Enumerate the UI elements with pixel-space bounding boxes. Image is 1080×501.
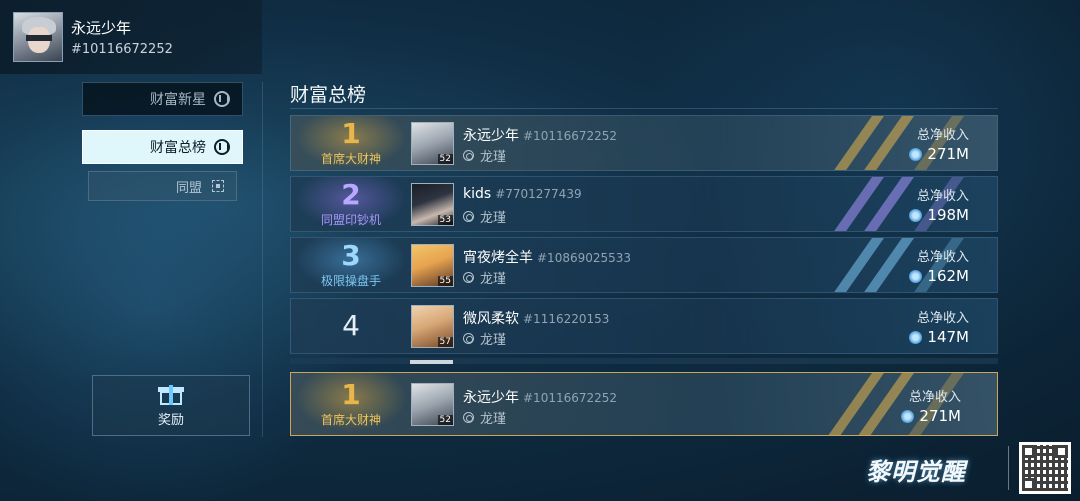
rank-number: 2 [341,177,361,211]
player-level: 57 [437,337,453,347]
rank-number: 1 [341,377,361,411]
rank-badge: 1 首席大财神 [291,116,411,170]
rank-title: 极限操盘手 [320,273,381,288]
avatar[interactable]: 57 [411,305,454,348]
player-id: #10116672252 [523,391,618,405]
guild-name: 龙瑾 [480,150,507,165]
player-name: kids [463,186,492,202]
my-rank-row[interactable]: 1 首席大财神 52 永远少年 #10116672252 龙瑾 总净收入 271M [290,372,998,436]
player-level: 52 [437,415,453,425]
guild-name: 龙瑾 [480,211,507,226]
guild-name: 龙瑾 [480,272,507,287]
player-id: #10116672252 [523,129,618,143]
qr-code [1019,442,1071,494]
income-label: 总净收入 [916,250,969,265]
avatar[interactable]: 53 [411,183,454,226]
hand-icon [214,139,230,155]
income-block: 总净收入 198M [909,185,969,224]
guild-name: 龙瑾 [480,412,507,427]
rank-title: 首席大财神 [320,151,381,166]
rank-badge: 3 极限操盘手 [291,238,411,292]
player-level: 53 [437,215,453,225]
income-value: 271M [927,145,969,163]
tab-wealth-new-star[interactable]: 财富新星 [82,82,243,116]
rank-number: 3 [341,238,361,272]
income-value: 147M [927,328,969,346]
player-profile[interactable]: 永远少年 #10116672252 [0,0,262,74]
player-id: #7701277439 [495,187,582,201]
rank-title: 同盟印钞机 [320,212,381,227]
player-id: #10869025533 [537,251,632,265]
reward-button[interactable]: 奖励 [92,375,250,436]
income-block: 总净收入 271M [909,124,969,163]
tab-wealth-total[interactable]: 财富总榜 [82,130,243,164]
player-avatar [13,12,63,62]
player-level: 55 [437,276,453,286]
player-name: 永远少年 [71,19,132,37]
leaderboard-row[interactable]: 1 首席大财神 52 永远少年 #10116672252 龙瑾 总净收入 271M [290,115,998,171]
player-name: 微风柔软 [463,311,519,327]
guild-icon [463,272,474,283]
player-id: #10116672252 [71,42,173,57]
player-level: 52 [437,154,453,164]
income-value: 198M [927,206,969,224]
rank-number: 4 [342,309,360,342]
income-label: 总净收入 [916,311,969,326]
alliance-filter-button[interactable]: 同盟 [88,171,237,201]
leaderboard-row[interactable]: 4 57 微风柔软 #1116220153 龙瑾 总净收入 147M [290,298,998,354]
leaderboard-row[interactable]: 2 同盟印钞机 53 kids #7701277439 龙瑾 总净收入 198M [290,176,998,232]
coin-icon [909,330,923,344]
guild-icon [463,412,474,423]
income-block: 总净收入 147M [909,307,969,346]
guild-icon [463,150,474,161]
coin-icon [909,147,923,161]
income-value: 271M [919,407,961,425]
rank-badge: 4 [291,299,411,353]
reward-label: 奖励 [157,413,184,428]
leaderboard-row[interactable]: 3 极限操盘手 55 宵夜烤全羊 #10869025533 龙瑾 总净收入 162… [290,237,998,293]
income-block: 总净收入 162M [909,246,969,285]
avatar[interactable]: 52 [411,383,454,426]
rank-badge: 1 首席大财神 [291,373,411,435]
player-id: #1116220153 [523,312,610,326]
tab-wealth-total-label: 财富总榜 [150,140,206,156]
guild-name: 龙瑾 [480,333,507,348]
avatar[interactable]: 52 [411,122,454,165]
hand-icon [214,91,230,107]
alliance-filter-label: 同盟 [175,180,202,196]
player-name: 永远少年 [463,390,519,406]
income-label: 总净收入 [916,189,969,204]
avatar[interactable]: 55 [411,244,454,287]
title-underline [290,108,998,109]
tab-wealth-new-star-label: 财富新星 [150,92,206,108]
guild-icon [463,333,474,344]
coin-icon [909,269,923,283]
income-label: 总净收入 [916,128,969,143]
coin-icon [901,409,915,423]
game-logo: 黎明觉醒 [866,458,966,486]
gift-icon [158,383,184,405]
player-name: 永远少年 [463,128,519,144]
rank-number: 1 [341,116,361,150]
leaderboard-row-partial [290,358,998,364]
brand-separator [1008,446,1009,490]
player-name: 宵夜烤全羊 [463,250,533,266]
guild-icon [463,211,474,222]
income-block: 总净收入 271M [901,386,961,425]
income-label: 总净收入 [908,390,961,405]
target-icon [212,180,224,192]
income-value: 162M [927,267,969,285]
coin-icon [909,208,923,222]
rank-title: 首席大财神 [320,412,381,427]
rank-badge: 2 同盟印钞机 [291,177,411,231]
panel-divider [262,82,263,437]
page-title: 财富总榜 [290,84,367,106]
